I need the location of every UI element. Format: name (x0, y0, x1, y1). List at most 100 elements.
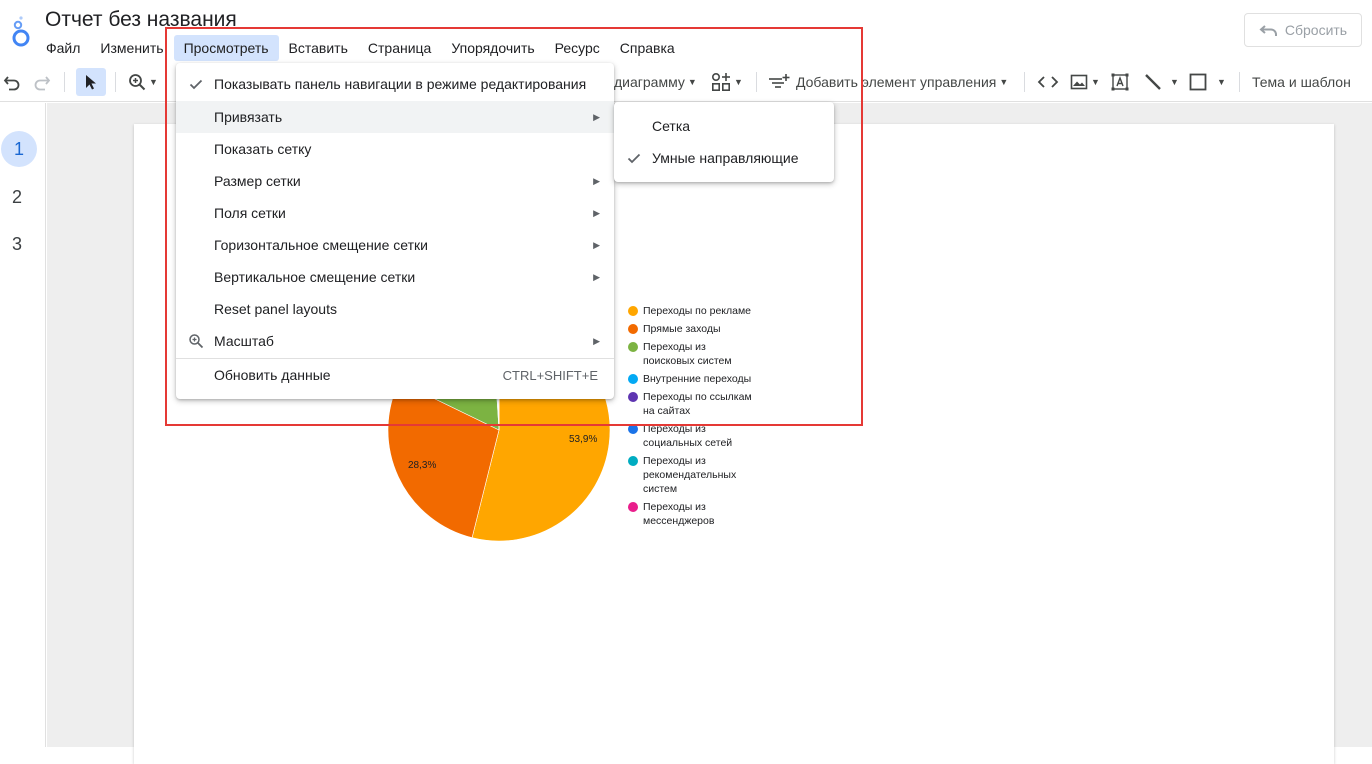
insert-image-button[interactable]: ▼ (1070, 68, 1100, 96)
rectangle-icon (1189, 73, 1207, 91)
add-control-button[interactable]: Добавить элемент управления ▼ (768, 68, 1008, 96)
menu-item-grid-size[interactable]: Размер сетки ▶ (176, 165, 614, 197)
menu-item-reset-panel-layouts[interactable]: Reset panel layouts (176, 293, 614, 325)
code-icon (1037, 74, 1059, 90)
add-control-label: Добавить элемент управления (796, 74, 996, 90)
zoom-in-icon (128, 73, 146, 91)
legend-label: Переходы из рекомендательных систем (643, 454, 755, 496)
zoom-button[interactable]: ▼ (128, 68, 158, 96)
menu-insert[interactable]: Вставить (279, 35, 358, 61)
report-title[interactable]: Отчет без названия (45, 8, 237, 32)
legend-item[interactable]: Переходы по ссылкам на сайтах (628, 390, 768, 418)
snap-submenu: Сетка Умные направляющие (614, 102, 834, 182)
menu-resource[interactable]: Ресурс (545, 35, 610, 61)
menu-item-grid-horizontal-offset[interactable]: Горизонтальное смещение сетки ▶ (176, 229, 614, 261)
legend-dot (628, 374, 638, 384)
legend-dot (628, 324, 638, 334)
redo-icon (33, 73, 51, 91)
chevron-down-icon: ▼ (1170, 77, 1179, 87)
menu-item-show-grid[interactable]: Показать сетку (176, 133, 614, 165)
select-tool-button[interactable] (76, 68, 106, 96)
page-tab-2[interactable]: 2 (0, 180, 34, 214)
menu-item-show-navigation[interactable]: Показывать панель навигации в режиме ред… (176, 68, 614, 100)
legend-item[interactable]: Переходы из социальных сетей (628, 422, 768, 450)
menu-item-zoom[interactable]: Масштаб ▶ (176, 325, 614, 357)
menu-bar: Файл Изменить Просмотреть Вставить Стран… (36, 35, 685, 61)
chevron-down-icon: ▼ (999, 77, 1008, 87)
menu-item-grid-vertical-offset[interactable]: Вертикальное смещение сетки ▶ (176, 261, 614, 293)
toolbar-divider (115, 72, 116, 92)
add-component-button[interactable]: ▼ (711, 68, 743, 96)
undo-icon (3, 73, 21, 91)
image-icon (1070, 73, 1088, 91)
menu-item-label: Поля сетки (214, 205, 286, 221)
page-tab-1[interactable]: 1 (1, 131, 37, 167)
theme-and-layout-button[interactable]: Тема и шаблон (1252, 68, 1351, 96)
toolbar-divider (1024, 72, 1025, 92)
reset-button[interactable]: Сбросить (1244, 13, 1362, 47)
pie-label-direct: 28,3% (408, 460, 436, 471)
legend-item[interactable]: Переходы из рекомендательных систем (628, 454, 768, 496)
submenu-item-smart-guides[interactable]: Умные направляющие (614, 142, 834, 174)
toolbar-divider (1239, 72, 1240, 92)
zoom-icon (188, 333, 204, 349)
legend-item[interactable]: Переходы по рекламе (628, 304, 768, 318)
submenu-item-grid[interactable]: Сетка (614, 110, 834, 142)
chevron-right-icon: ▶ (593, 176, 600, 187)
menu-item-label: Горизонтальное смещение сетки (214, 237, 428, 253)
legend-label: Переходы из социальных сетей (643, 422, 755, 450)
page-tab-3[interactable]: 3 (0, 227, 34, 261)
legend-item[interactable]: Переходы из мессенджеров (628, 500, 768, 528)
insert-line-button[interactable]: ▼ (1144, 68, 1179, 96)
add-component-icon (711, 72, 731, 92)
theme-label: Тема и шаблон (1252, 74, 1351, 90)
chevron-down-icon: ▼ (688, 77, 697, 87)
cursor-arrow-icon (84, 74, 98, 90)
legend-label: Внутренние переходы (643, 372, 755, 386)
undo-button[interactable] (3, 68, 21, 96)
pie-label-ads: 53,9% (569, 434, 597, 445)
menu-item-snap[interactable]: Привязать ▶ (176, 101, 614, 133)
submenu-item-label: Умные направляющие (652, 150, 799, 166)
chevron-right-icon: ▶ (593, 112, 600, 123)
text-box-icon (1111, 73, 1129, 91)
legend-item[interactable]: Переходы из поисковых систем (628, 340, 768, 368)
menu-arrange[interactable]: Упорядочить (441, 35, 544, 61)
legend-dot (628, 342, 638, 352)
legend-label: Переходы из поисковых систем (643, 340, 755, 368)
legend-item[interactable]: Прямые заходы (628, 322, 768, 336)
add-chart-button[interactable]: диаграмму ▼ (614, 68, 697, 96)
menu-view[interactable]: Просмотреть (174, 35, 279, 61)
page-navigation: 1 2 3 (0, 103, 46, 747)
looker-studio-logo-icon[interactable] (10, 14, 32, 48)
toolbar-divider (64, 72, 65, 92)
insert-shape-button[interactable]: ▼ (1189, 68, 1226, 96)
chevron-right-icon: ▶ (593, 208, 600, 219)
menu-page[interactable]: Страница (358, 35, 441, 61)
menu-item-label: Показать сетку (214, 141, 311, 157)
menu-help[interactable]: Справка (610, 35, 685, 61)
toolbar-divider (756, 72, 757, 92)
filter-add-icon (768, 73, 790, 91)
insert-text-button[interactable] (1111, 68, 1129, 96)
chevron-right-icon: ▶ (593, 336, 600, 347)
menu-item-label: Размер сетки (214, 173, 301, 189)
undo-icon (1259, 23, 1279, 37)
chevron-down-icon: ▼ (149, 77, 158, 87)
menu-edit[interactable]: Изменить (90, 35, 173, 61)
chevron-right-icon: ▶ (593, 272, 600, 283)
legend-label: Прямые заходы (643, 322, 755, 336)
legend-dot (628, 456, 638, 466)
checkmark-icon (188, 76, 204, 92)
menu-item-grid-margins[interactable]: Поля сетки ▶ (176, 197, 614, 229)
embed-url-button[interactable] (1037, 68, 1059, 96)
redo-button[interactable] (33, 68, 51, 96)
menu-item-refresh-data[interactable]: Обновить данные CTRL+SHIFT+E (176, 359, 614, 391)
app-header: Отчет без названия Файл Изменить Просмот… (0, 0, 1372, 62)
line-icon (1144, 73, 1162, 91)
legend-item[interactable]: Внутренние переходы (628, 372, 768, 386)
menu-file[interactable]: Файл (36, 35, 90, 61)
legend-label: Переходы по ссылкам на сайтах (643, 390, 755, 418)
chevron-down-icon: ▼ (734, 77, 743, 87)
chevron-right-icon: ▶ (593, 240, 600, 251)
